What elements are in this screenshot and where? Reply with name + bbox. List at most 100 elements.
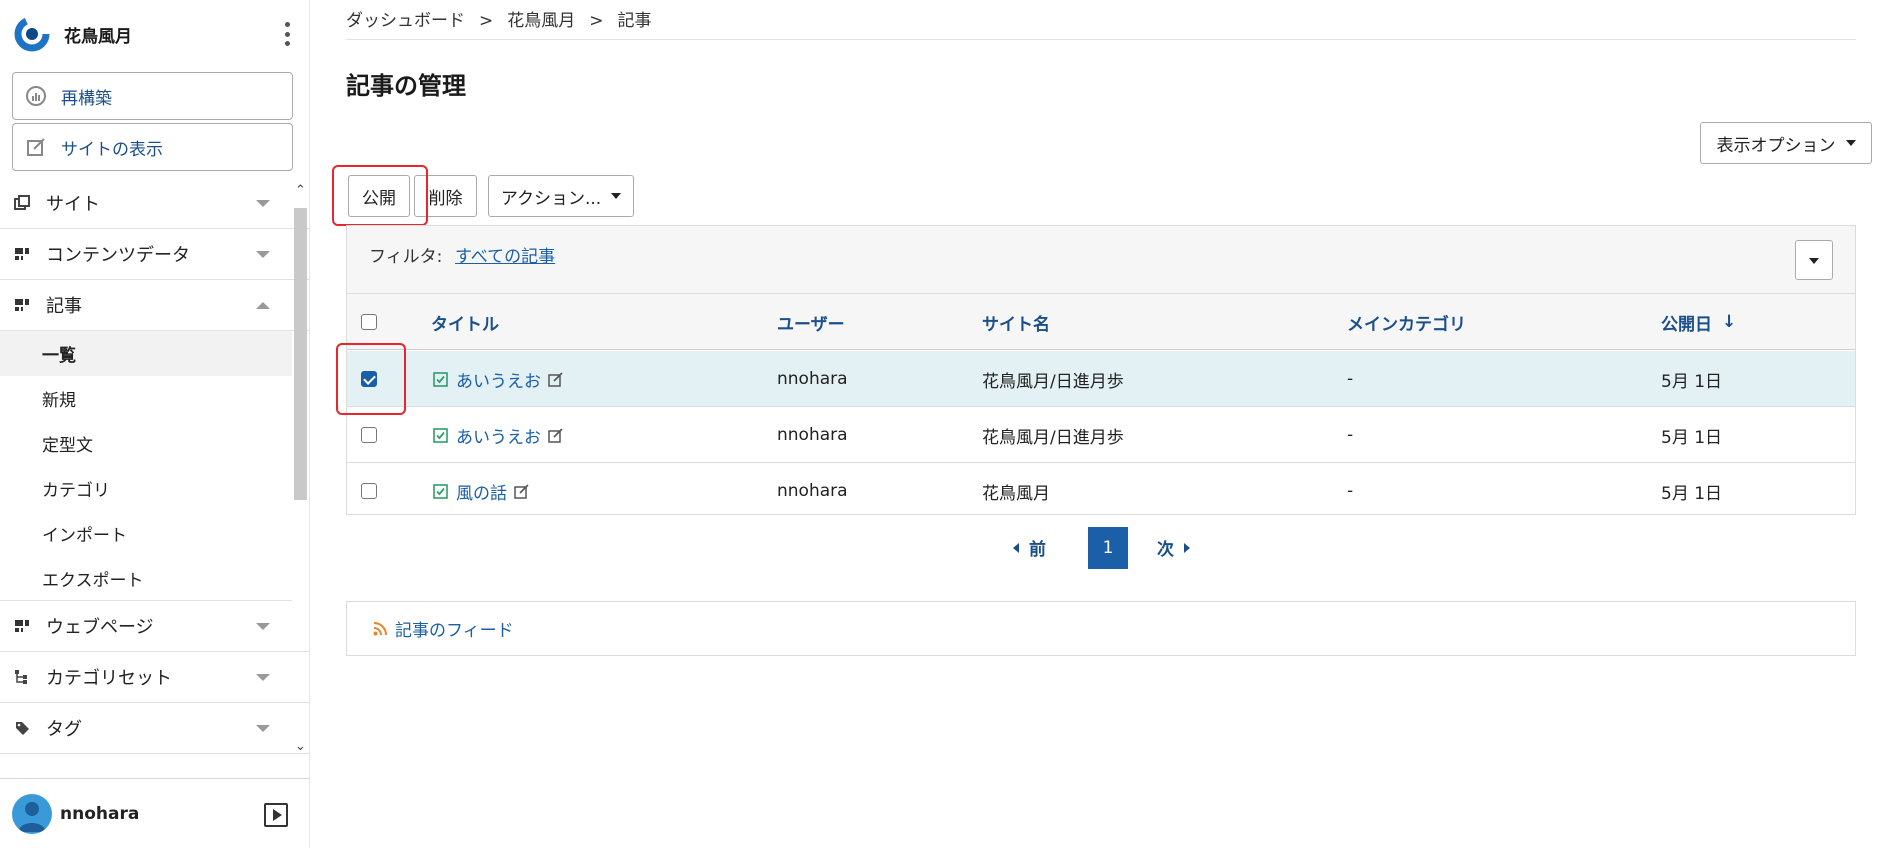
sidebar-item-label: コンテンツデータ bbox=[46, 245, 190, 266]
external-edit-icon bbox=[27, 138, 45, 156]
chevron-down-icon bbox=[256, 725, 270, 732]
breadcrumb-site[interactable]: 花鳥風月 bbox=[507, 11, 575, 31]
sidebar-subitem-import[interactable]: インポート bbox=[0, 511, 292, 556]
edit-icon[interactable] bbox=[548, 371, 563, 387]
table-row[interactable]: あいうえお nnohara 花鳥風月/日進月歩 - 5月 1日 bbox=[347, 407, 1855, 463]
site-name: 花鳥風月 bbox=[64, 26, 132, 47]
scroll-up-icon[interactable]: ⌃ bbox=[295, 184, 306, 197]
sidebar-item-site[interactable]: サイト bbox=[0, 178, 310, 229]
entry-site: 花鳥風月 bbox=[982, 483, 1050, 504]
grid-icon bbox=[15, 248, 29, 260]
breadcrumb-dashboard[interactable]: ダッシュボード bbox=[346, 11, 465, 31]
entry-title-link[interactable]: あいうえお bbox=[456, 423, 541, 448]
pagination-prev-label: 前 bbox=[1029, 540, 1046, 560]
row-checkbox[interactable] bbox=[361, 427, 377, 443]
feed-panel: 記事のフィード bbox=[346, 601, 1856, 656]
column-title[interactable]: タイトル bbox=[431, 294, 499, 350]
table-row[interactable]: あいうえお nnohara 花鳥風月/日進月歩 - 5月 1日 bbox=[347, 351, 1855, 407]
divider bbox=[346, 39, 1856, 40]
filter-value-link[interactable]: すべての記事 bbox=[455, 242, 555, 267]
select-all-checkbox[interactable] bbox=[361, 314, 377, 330]
entry-title-link[interactable]: あいうえお bbox=[456, 367, 541, 392]
entry-title-link[interactable]: 風の話 bbox=[456, 479, 507, 504]
breadcrumb-separator: > bbox=[479, 11, 494, 31]
actions-dropdown[interactable]: アクション... bbox=[488, 175, 634, 217]
rebuild-label: 再構築 bbox=[61, 88, 112, 109]
sort-desc-icon: ↓ bbox=[1722, 312, 1737, 332]
pagination-prev[interactable]: 前 bbox=[1013, 535, 1046, 560]
pagination-current-page[interactable]: 1 bbox=[1088, 527, 1128, 569]
grid-icon bbox=[15, 299, 29, 311]
entry-user: nnohara bbox=[777, 425, 848, 445]
display-options-button[interactable]: 表示オプション bbox=[1700, 122, 1872, 164]
table-row[interactable]: 風の話 nnohara 花鳥風月 - 5月 1日 bbox=[347, 463, 1855, 519]
breadcrumb-current: 記事 bbox=[617, 11, 652, 31]
published-status-icon bbox=[433, 427, 448, 443]
entry-user: nnohara bbox=[777, 369, 848, 389]
sidebar-subitem-category[interactable]: カテゴリ bbox=[0, 466, 292, 511]
entry-user: nnohara bbox=[777, 481, 848, 501]
sidebar-item-label: タグ bbox=[46, 719, 82, 740]
entry-date: 5月 1日 bbox=[1661, 371, 1723, 392]
caret-down-icon bbox=[1845, 140, 1856, 146]
sidebar-subitem-new[interactable]: 新規 bbox=[0, 376, 292, 421]
chevron-up-icon bbox=[256, 302, 270, 309]
entry-date: 5月 1日 bbox=[1661, 427, 1723, 448]
sidebar-item-label: サイト bbox=[46, 194, 100, 215]
display-options-label: 表示オプション bbox=[1716, 135, 1836, 156]
entry-site: 花鳥風月/日進月歩 bbox=[982, 371, 1124, 392]
kebab-menu-icon[interactable] bbox=[282, 22, 292, 46]
column-main-category[interactable]: メインカテゴリ bbox=[1347, 294, 1466, 350]
column-user[interactable]: ユーザー bbox=[777, 294, 845, 350]
filter-dropdown-button[interactable] bbox=[1795, 240, 1833, 280]
tree-icon bbox=[15, 670, 27, 684]
sidebar-nav: サイト コンテンツデータ 記事 一覧 新規 定型文 カテゴリ インポート エクス… bbox=[0, 178, 310, 758]
chevron-down-icon bbox=[256, 200, 270, 207]
checkbox-highlight bbox=[336, 343, 406, 415]
feed-link[interactable]: 記事のフィード bbox=[395, 616, 514, 641]
edit-icon[interactable] bbox=[514, 483, 529, 499]
avatar[interactable] bbox=[12, 793, 52, 834]
view-site-button[interactable]: サイトの表示 bbox=[12, 123, 293, 171]
page-title: 記事の管理 bbox=[346, 72, 466, 100]
published-status-icon bbox=[433, 371, 448, 387]
pagination-next[interactable]: 次 bbox=[1157, 535, 1190, 560]
actions-label: アクション... bbox=[500, 188, 602, 209]
brand: 花鳥風月 bbox=[14, 14, 298, 54]
user-bar: nnohara bbox=[0, 778, 310, 848]
sidebar-item-category-sets[interactable]: カテゴリセット bbox=[0, 652, 310, 703]
entry-category: - bbox=[1347, 481, 1354, 501]
table-header: タイトル ユーザー サイト名 メインカテゴリ 公開日 ↓ bbox=[347, 294, 1855, 350]
logo-icon bbox=[14, 16, 50, 52]
scrollbar-thumb[interactable] bbox=[294, 208, 307, 500]
tag-icon bbox=[16, 722, 29, 735]
sidebar-scrollbar[interactable]: ⌃ ⌄ bbox=[292, 184, 308, 758]
sidebar-subitem-export[interactable]: エクスポート bbox=[0, 556, 292, 601]
sidebar-item-label: ウェブページ bbox=[46, 617, 154, 638]
header-checkbox-cell bbox=[361, 294, 377, 350]
delete-label: 削除 bbox=[428, 188, 463, 209]
sidebar-item-content-data[interactable]: コンテンツデータ bbox=[0, 229, 310, 280]
caret-right-icon bbox=[1184, 542, 1190, 553]
pagination: 前 1 次 bbox=[346, 527, 1856, 569]
column-publish-date[interactable]: 公開日 ↓ bbox=[1661, 294, 1736, 350]
entry-category: - bbox=[1347, 369, 1354, 389]
expand-panel-icon[interactable] bbox=[264, 803, 288, 827]
entries-table: フィルタ: すべての記事 タイトル ユーザー サイト名 メインカテゴリ 公開日 … bbox=[346, 225, 1856, 515]
column-publish-date-label: 公開日 bbox=[1661, 314, 1712, 335]
sidebar-item-entries[interactable]: 記事 bbox=[0, 280, 310, 331]
breadcrumb: ダッシュボード > 花鳥風月 > 記事 bbox=[346, 6, 652, 31]
chevron-down-icon bbox=[256, 251, 270, 258]
row-checkbox[interactable] bbox=[361, 483, 377, 499]
sidebar-subitem-list[interactable]: 一覧 bbox=[0, 331, 292, 376]
sidebar-item-label: 記事 bbox=[46, 296, 82, 317]
edit-icon[interactable] bbox=[548, 427, 563, 443]
rebuild-icon bbox=[26, 86, 46, 106]
scroll-down-icon[interactable]: ⌄ bbox=[295, 740, 306, 753]
sidebar-subitem-boilerplate[interactable]: 定型文 bbox=[0, 421, 292, 466]
rebuild-button[interactable]: 再構築 bbox=[12, 72, 293, 120]
rss-icon bbox=[373, 621, 387, 635]
column-site[interactable]: サイト名 bbox=[982, 294, 1050, 350]
sidebar-item-tags[interactable]: タグ bbox=[0, 703, 310, 754]
sidebar-item-webpages[interactable]: ウェブページ bbox=[0, 601, 310, 652]
